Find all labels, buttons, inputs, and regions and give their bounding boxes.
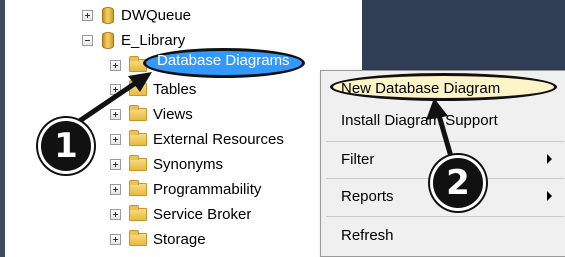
collapse-icon[interactable] — [82, 34, 93, 46]
tree-node-label: External Resources — [153, 130, 284, 148]
tree-node-label: DWQueue — [121, 6, 192, 24]
expand-icon[interactable] — [82, 9, 93, 21]
expand-icon[interactable] — [110, 158, 121, 170]
tree-node-label: Service Broker — [153, 205, 252, 223]
callout-step-2: 2 — [430, 155, 486, 211]
tree-node-tables[interactable]: Tables — [110, 77, 196, 101]
tree-node-e-library[interactable]: E_Library — [82, 28, 185, 52]
expand-icon[interactable] — [110, 83, 121, 95]
database-icon — [102, 6, 114, 24]
folder-icon — [129, 179, 147, 196]
menu-item-label: New Database Diagram — [341, 79, 501, 97]
folder-icon — [129, 104, 147, 121]
expand-icon[interactable] — [110, 183, 121, 195]
tree-node-label: Views — [153, 105, 193, 123]
tree-node-label: Tables — [153, 80, 197, 98]
menu-separator — [326, 216, 564, 217]
tree-node-dwqueue[interactable]: DWQueue — [82, 3, 191, 27]
menu-item-new-database-diagram[interactable]: New Database Diagram — [321, 73, 565, 103]
expand-icon[interactable] — [110, 233, 121, 245]
menu-item-refresh[interactable]: Refresh — [321, 220, 565, 250]
menu-item-label: Install Diagram Support — [341, 111, 498, 129]
tree-node-label: Programmability — [153, 180, 262, 198]
tree-node-label: Storage — [153, 230, 206, 248]
tree-node-storage[interactable]: Storage — [110, 227, 206, 251]
folder-icon — [129, 79, 147, 96]
folder-icon — [129, 229, 147, 246]
menu-item-label: Refresh — [341, 226, 394, 244]
database-icon — [102, 31, 114, 49]
menu-item-install-diagram-support[interactable]: Install Diagram Support — [321, 105, 565, 135]
submenu-arrow-icon — [547, 191, 552, 201]
tree-node-label[interactable]: Database Diagrams — [157, 52, 290, 69]
menu-separator — [326, 141, 564, 142]
menu-item-label: Filter — [341, 150, 375, 168]
expand-icon[interactable] — [110, 133, 121, 145]
callout-step-1: 1 — [38, 118, 94, 174]
tree-node-synonyms[interactable]: Synonyms — [110, 152, 223, 176]
submenu-arrow-icon — [547, 154, 552, 164]
tree-node-service-broker[interactable]: Service Broker — [110, 202, 251, 226]
tree-node-external-resources[interactable]: External Resources — [110, 127, 284, 151]
tree-node-programmability[interactable]: Programmability — [110, 177, 261, 201]
expand-icon[interactable] — [110, 208, 121, 220]
expand-icon[interactable] — [110, 108, 121, 120]
expand-icon[interactable] — [110, 59, 121, 71]
tree-node-views[interactable]: Views — [110, 102, 193, 126]
folder-icon — [129, 154, 147, 171]
folder-icon — [129, 129, 147, 146]
tree-node-label: E_Library — [121, 31, 186, 49]
tree-node-label: Synonyms — [153, 155, 224, 173]
menu-item-label: Reports — [341, 187, 394, 205]
folder-icon — [129, 204, 147, 221]
